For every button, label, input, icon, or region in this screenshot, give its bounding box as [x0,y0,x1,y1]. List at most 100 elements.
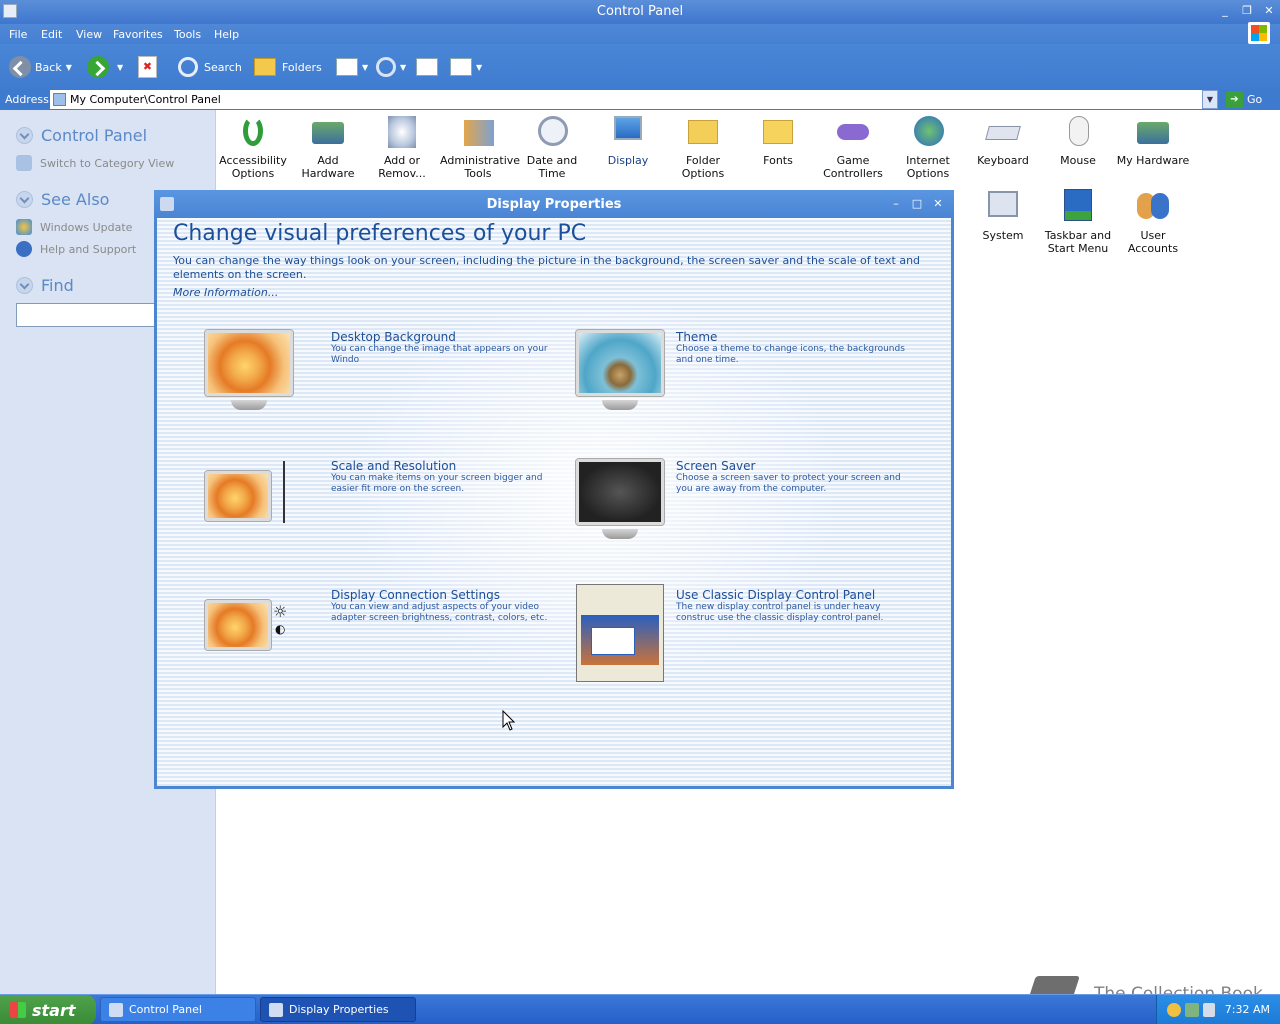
menu-help[interactable]: Help [214,28,239,41]
minimize-button[interactable]: _ [1218,4,1232,18]
accessibility-icon [235,114,271,150]
scale-resolution-option[interactable]: Scale and Resolution You can make items … [201,457,561,557]
menu-favorites[interactable]: Favorites [113,28,163,41]
chevron-down-icon[interactable]: ▼ [362,63,368,72]
folder-options-item[interactable]: Folder Options [665,114,741,180]
option-title: Display Connection Settings [331,588,500,602]
find-section-header[interactable]: Find [16,276,74,295]
help-support-link[interactable]: Help and Support [16,241,136,257]
views-button[interactable]: ▼ [336,56,368,78]
game-controllers-item[interactable]: Game Controllers [815,114,891,180]
display-item[interactable]: Display [590,114,666,167]
address-dropdown-button[interactable]: ▼ [1202,90,1218,109]
folders-button[interactable]: Folders [254,56,322,78]
windows-update-link[interactable]: Windows Update [16,219,132,235]
search-button[interactable]: Search [178,56,242,78]
address-label: Address [5,93,49,106]
find-input[interactable] [16,303,166,327]
address-value: My Computer\Control Panel [70,93,221,106]
menu-file[interactable]: File [9,28,27,41]
windows-flag-icon [10,1002,26,1018]
taskbar-start-menu-item[interactable]: Taskbar and Start Menu [1040,189,1116,255]
see-also-section-header[interactable]: See Also [16,190,109,209]
item-label: Administrative Tools [440,154,521,180]
chevron-down-icon[interactable]: ▼ [476,63,482,72]
start-button[interactable]: start [0,995,96,1024]
item-label: Game Controllers [823,154,883,180]
display-connection-option[interactable]: ☼ ◐ Display Connection Settings You can v… [201,586,561,686]
option-description: You can view and adjust aspects of your … [331,602,548,623]
forward-button[interactable]: ▼ [87,56,123,78]
add-hardware-item[interactable]: Add Hardware [290,114,366,180]
globe-icon [910,114,946,150]
fonts-item[interactable]: Fonts [740,114,816,167]
menu-edit[interactable]: Edit [41,28,62,41]
theme-option[interactable]: Theme Choose a theme to change icons, th… [572,328,932,428]
system-item[interactable]: System [965,189,1041,242]
layout-button[interactable]: ▼ [450,56,482,78]
tray-app-icon[interactable] [1167,1003,1181,1017]
monitor-brightness-icon: ☼ ◐ [201,586,297,676]
control-panel-section-header[interactable]: Control Panel [16,126,147,145]
go-button[interactable]: ➔ Go [1226,91,1262,108]
task-label: Control Panel [129,1003,202,1016]
classic-display-option[interactable]: Use Classic Display Control Panel The ne… [572,584,932,686]
option-title: Scale and Resolution [331,459,457,473]
monitor-scale-icon [201,457,297,547]
back-button[interactable]: Back ▼ [9,56,72,78]
chevron-down-icon[interactable]: ▼ [117,63,123,72]
section-title: See Also [41,190,110,209]
my-hardware-item[interactable]: My Hardware [1115,114,1191,167]
more-information-link[interactable]: More Information... [173,286,278,299]
restore-button[interactable]: ❐ [1240,4,1254,18]
menu-view[interactable]: View [76,28,102,41]
address-bar: Address My Computer\Control Panel ▼ ➔ Go [0,89,1280,110]
taskbar-button-control-panel[interactable]: Control Panel [100,997,256,1022]
address-input[interactable]: My Computer\Control Panel [50,90,1202,109]
chevron-down-icon[interactable]: ▼ [400,63,406,72]
dialog-maximize-button[interactable]: □ [910,197,924,211]
dialog-title: Display Properties [486,197,622,212]
item-label: Date and Time [526,154,578,180]
folders-label: Folders [282,60,322,74]
internet-options-item[interactable]: Internet Options [890,114,966,180]
switch-category-view-link[interactable]: Switch to Category View [16,155,174,171]
chevron-down-icon[interactable]: ▼ [66,63,72,72]
desktop-background-option[interactable]: Desktop Background You can change the im… [201,328,561,428]
user-accounts-item[interactable]: User Accounts [1115,189,1191,255]
option-description: Choose a screen saver to protect your sc… [676,473,901,494]
keyboard-item[interactable]: Keyboard [965,114,1041,167]
dialog-close-button[interactable]: ✕ [931,197,945,211]
go-arrow-icon: ➔ [1226,91,1243,108]
help-icon [16,241,32,257]
details-view-button[interactable] [416,56,438,78]
network-icon[interactable] [1185,1003,1199,1017]
windows-logo-icon [1248,22,1270,44]
screen-saver-option[interactable]: Screen Saver Choose a screen saver to pr… [572,457,932,557]
option-description: The new display control panel is under h… [676,602,884,623]
volume-icon[interactable] [1203,1003,1215,1017]
date-time-item[interactable]: Date and Time [514,114,590,180]
fonts-folder-icon [760,114,796,150]
dialog-minimize-button[interactable]: – [889,197,903,211]
option-description: You can make items on your screen bigger… [331,473,543,494]
hardware-icon [310,114,346,150]
close-button[interactable]: ✕ [1262,4,1276,18]
accessibility-options-item[interactable]: Accessibility Options [215,114,291,180]
zoom-button[interactable]: ▼ [376,56,406,78]
stop-button[interactable]: ✖ [138,56,157,78]
item-label: Add Hardware [301,154,355,180]
keyboard-icon [985,114,1021,150]
dialog-description: You can change the way things look on yo… [173,254,921,281]
window-layout-icon [450,58,472,76]
dialog-titlebar[interactable]: Display Properties – □ ✕ [154,190,954,218]
administrative-tools-item[interactable]: Administrative Tools [440,114,520,180]
mouse-item[interactable]: Mouse [1040,114,1116,167]
display-properties-dialog: Display Properties – □ ✕ Change visual p… [154,190,954,789]
taskbar-button-display-properties[interactable]: Display Properties [260,997,416,1022]
monitor-beach-icon [572,328,668,418]
hardware-icon [1135,114,1171,150]
menu-tools[interactable]: Tools [174,28,201,41]
add-remove-programs-item[interactable]: Add or Remov... [364,114,440,180]
clock[interactable]: 7:32 AM [1225,1003,1270,1016]
